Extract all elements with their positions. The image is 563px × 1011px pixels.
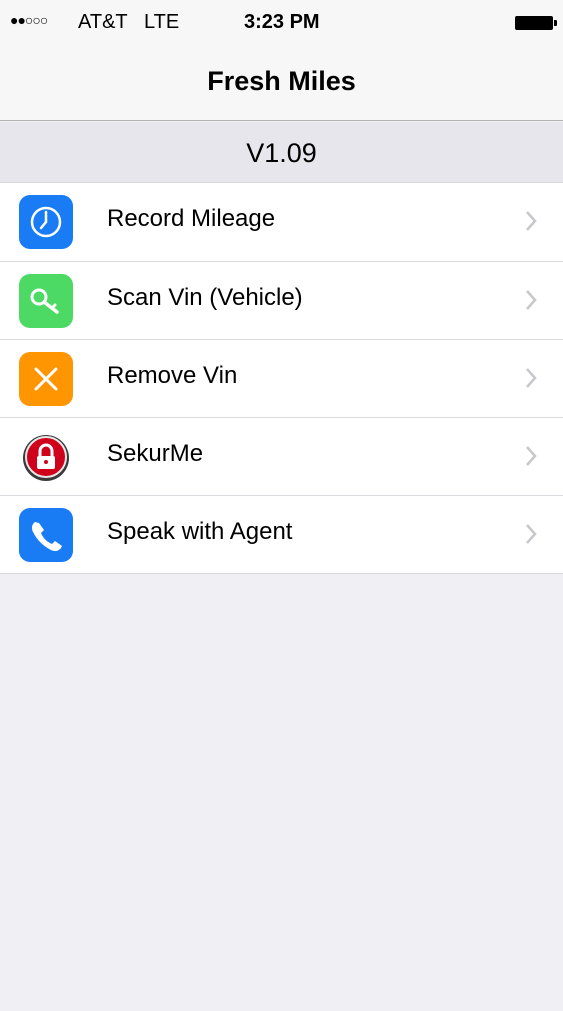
menu-item-label: SekurMe [107,440,204,467]
menu-item-remove-vin[interactable]: Remove Vin [0,339,563,417]
signal-strength-indicator: ●●○○○ [10,12,48,28]
chevron-right-icon [524,288,538,317]
phone-icon [19,508,73,562]
clock-icon [19,195,73,249]
menu-item-label: Scan Vin (Vehicle) [107,284,303,311]
carrier-name: AT&T [78,11,128,33]
version-label: V1.09 [246,138,317,168]
status-bar: ●●○○○ AT&T LTE 3:23 PM [0,0,563,44]
lock-icon [19,430,73,484]
chevron-right-icon [524,366,538,395]
menu-item-speak-with-agent[interactable]: Speak with Agent [0,495,563,573]
page-title: Fresh Miles [207,66,356,96]
network-type: LTE [144,11,180,33]
status-time: 3:23 PM [244,11,320,33]
chevron-right-icon [524,209,538,238]
navigation-bar: Fresh Miles [0,44,563,121]
key-icon [19,274,73,328]
chevron-right-icon [524,444,538,473]
chevron-right-icon [524,522,538,551]
menu-item-scan-vin[interactable]: Scan Vin (Vehicle) [0,261,563,339]
menu-item-label: Remove Vin [107,362,238,389]
version-section-header: V1.09 [0,122,563,182]
menu-item-label: Record Mileage [107,205,276,232]
battery-icon [515,16,557,30]
menu-item-label: Speak with Agent [107,518,293,545]
menu-item-sekurme[interactable]: SekurMe [0,417,563,495]
menu-item-record-mileage[interactable]: Record Mileage [0,183,563,261]
menu-list: Record Mileage Scan Vin (Vehicle) Remove… [0,182,563,574]
x-icon [19,352,73,406]
